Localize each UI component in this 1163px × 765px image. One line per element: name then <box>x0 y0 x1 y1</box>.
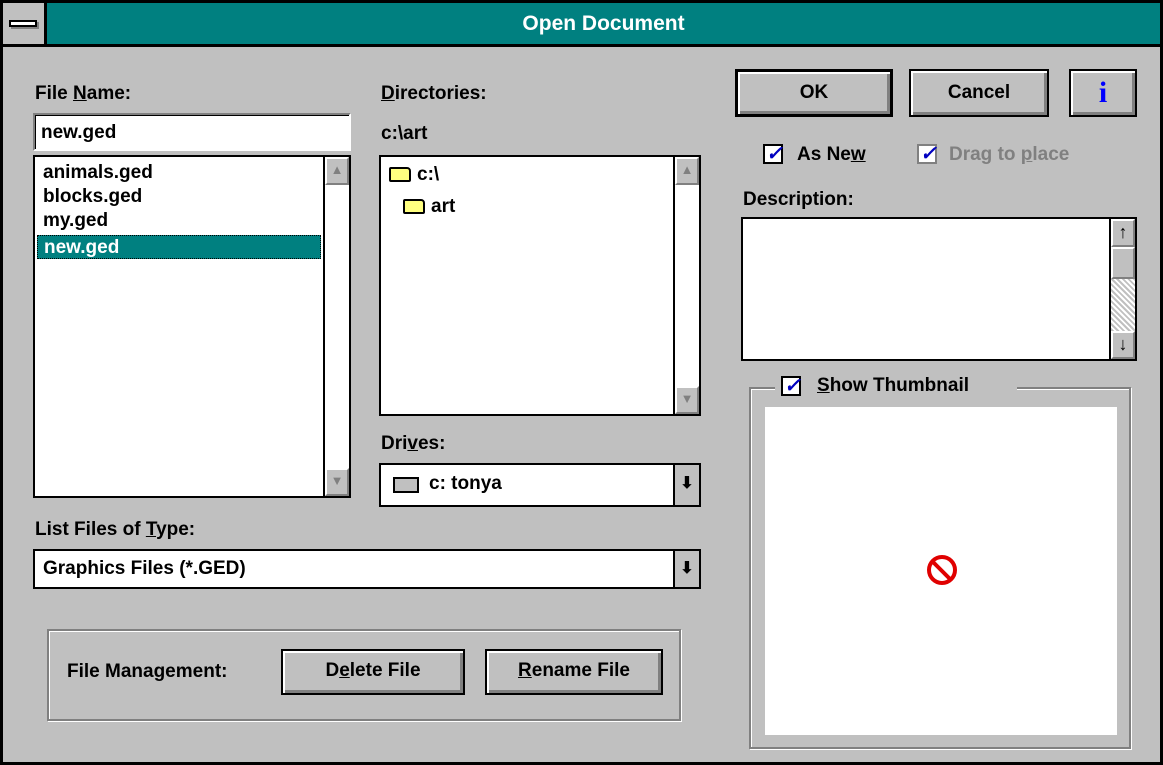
drag-to-place-checkbox[interactable]: ✓ <box>917 143 937 165</box>
dropdown-arrow-icon[interactable]: ⬇ <box>673 465 699 505</box>
open-document-dialog: Open Document File Name: new.ged animals… <box>0 0 1163 765</box>
scroll-down-arrow-icon[interactable]: ▼ <box>325 468 349 496</box>
title-bar: Open Document <box>3 3 1160 47</box>
directories-label: Directories: <box>381 83 487 104</box>
drives-value: c: tonya <box>429 473 502 494</box>
checkmark-icon: ✓ <box>784 375 801 397</box>
description-scrollbar[interactable]: ↑ ↓ <box>1109 219 1135 359</box>
file-list[interactable]: animals.ged blocks.ged my.ged new.ged ▲ … <box>33 155 351 498</box>
list-item-blocks[interactable]: blocks.ged <box>37 185 142 209</box>
as-new-checkbox[interactable]: ✓ <box>763 143 783 165</box>
dropdown-arrow-icon[interactable]: ⬇ <box>673 551 699 587</box>
list-item-my[interactable]: my.ged <box>37 209 108 233</box>
current-directory-path: c:\art <box>381 123 428 144</box>
file-type-dropdown[interactable]: Graphics Files (*.GED) ⬇ <box>33 549 701 589</box>
checkmark-icon: ✓ <box>766 143 783 165</box>
show-thumbnail-checkbox[interactable]: ✓ <box>781 375 801 397</box>
directory-item-art[interactable]: art <box>397 195 455 219</box>
folder-open-icon <box>403 199 425 214</box>
window-title: Open Document <box>522 12 685 35</box>
drives-dropdown[interactable]: c: tonya ⬇ <box>379 463 701 507</box>
file-name-input[interactable]: new.ged <box>33 113 351 151</box>
list-item-animals[interactable]: animals.ged <box>37 161 153 185</box>
checkmark-icon: ✓ <box>920 143 937 165</box>
directory-item-root[interactable]: c:\ <box>383 163 439 187</box>
file-name-label: File Name: <box>35 83 132 104</box>
folder-open-icon <box>389 167 411 182</box>
scroll-up-arrow-icon[interactable]: ▲ <box>325 157 349 185</box>
description-textarea[interactable]: ↑ ↓ <box>741 217 1137 361</box>
show-thumbnail-label: Show Thumbnail <box>817 375 970 396</box>
file-list-scrollbar[interactable]: ▲ ▼ <box>323 157 349 496</box>
no-preview-icon <box>927 555 957 585</box>
file-name-value: new.ged <box>41 122 117 143</box>
scroll-thumb[interactable] <box>1111 247 1135 279</box>
scroll-up-arrow-icon[interactable]: ↑ <box>1111 219 1135 247</box>
list-item-new[interactable]: new.ged <box>37 235 321 259</box>
scroll-up-arrow-icon[interactable]: ▲ <box>675 157 699 185</box>
scroll-down-arrow-icon[interactable]: ↓ <box>1111 331 1135 359</box>
drive-icon <box>393 477 419 493</box>
file-type-value: Graphics Files (*.GED) <box>43 558 246 579</box>
description-label: Description: <box>743 189 854 210</box>
scroll-down-arrow-icon[interactable]: ▼ <box>675 386 699 414</box>
drag-to-place-label: Drag to place <box>949 144 1070 165</box>
info-icon[interactable]: i <box>1069 69 1137 117</box>
system-menu-icon[interactable] <box>3 3 47 44</box>
drives-label: Drives: <box>381 433 446 454</box>
file-type-label: List Files of Type: <box>35 519 196 540</box>
thumbnail-preview <box>765 407 1117 735</box>
cancel-button[interactable]: Cancel <box>909 69 1049 117</box>
ok-button[interactable]: OK <box>735 69 893 117</box>
as-new-label: As New <box>797 144 866 165</box>
directory-list-scrollbar[interactable]: ▲ ▼ <box>673 157 699 414</box>
file-management-label: File Management: <box>67 661 228 682</box>
rename-file-button[interactable]: Rename File <box>485 649 663 695</box>
directory-list[interactable]: c:\ art ▲ ▼ <box>379 155 701 416</box>
delete-file-button[interactable]: Delete File <box>281 649 465 695</box>
